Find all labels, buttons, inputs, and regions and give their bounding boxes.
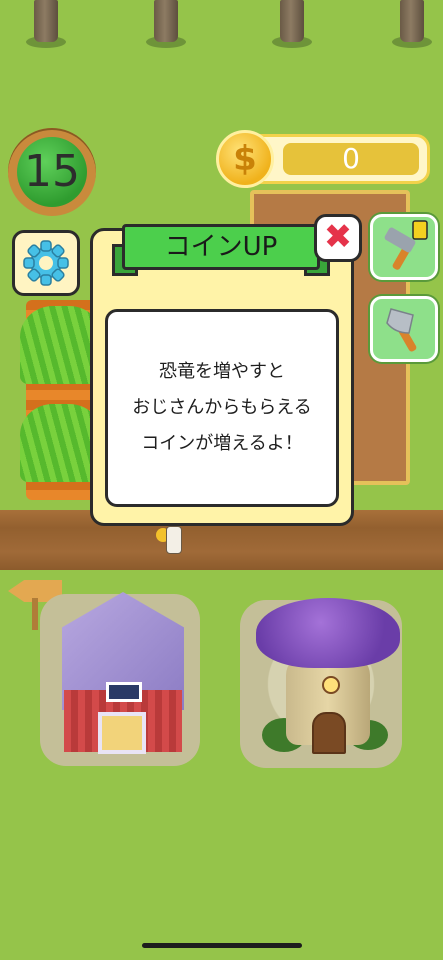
coin-amount: 0: [342, 142, 360, 175]
mushroom-roof: [256, 598, 400, 668]
gear-icon: [23, 240, 69, 286]
level-badge: 15: [8, 128, 96, 216]
tree-trunk: [270, 0, 314, 50]
barn-door: [98, 712, 146, 754]
mushroom-house-window: [322, 676, 340, 694]
settings-button[interactable]: [12, 230, 80, 296]
home-indicator: [142, 943, 302, 948]
tree-trunk: [144, 0, 188, 50]
barn-window: [106, 682, 142, 702]
mushroom-house-door: [312, 712, 346, 754]
tree-trunk: [24, 0, 68, 50]
level-number: 15: [24, 146, 80, 197]
close-icon: ✖: [323, 217, 353, 257]
dialog-title: コインUP: [122, 224, 320, 270]
coin-counter: 0 $: [214, 130, 434, 190]
dialog-message-panel: 恐竜を増やすと おじさんからもらえる コインが増えるよ！: [105, 309, 339, 507]
coin-icon: $: [216, 130, 274, 188]
hammer-icon: [384, 220, 428, 270]
chop-button[interactable]: [370, 296, 438, 362]
axe-icon: [386, 308, 417, 352]
crop-field[interactable]: [20, 300, 102, 500]
old-man-character[interactable]: [166, 526, 182, 554]
sign-post: [32, 598, 38, 630]
close-button[interactable]: ✖: [314, 214, 362, 262]
build-button[interactable]: [370, 214, 438, 280]
dialog-message: 恐竜を増やすと おじさんからもらえる コインが増えるよ！: [132, 361, 312, 454]
tree-trunk: [390, 0, 434, 50]
